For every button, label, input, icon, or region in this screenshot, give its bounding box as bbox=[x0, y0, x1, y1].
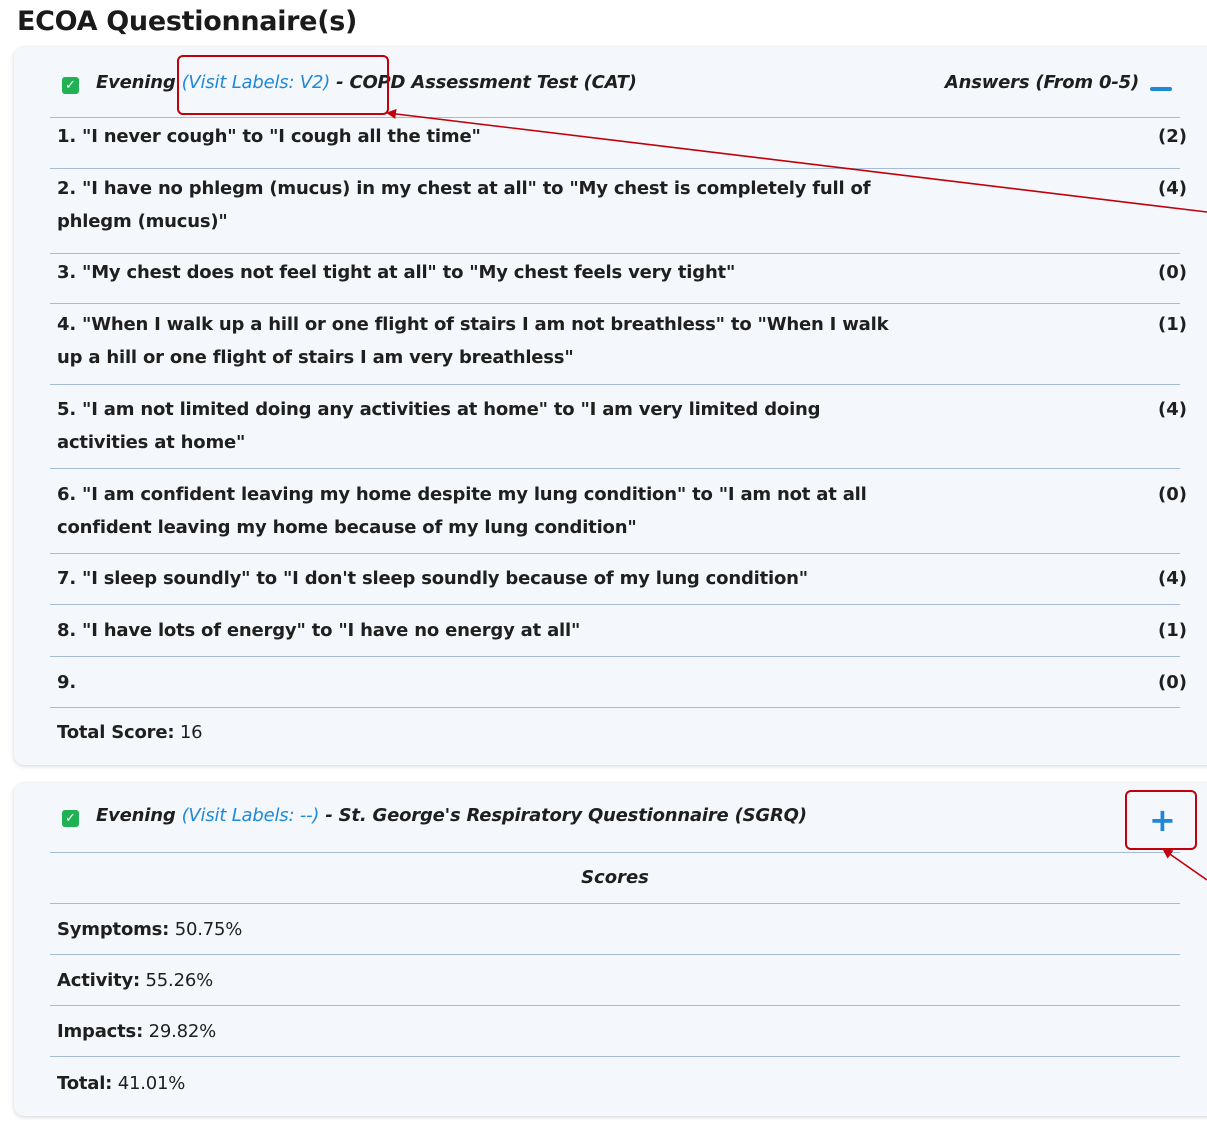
annotation-arrow bbox=[386, 108, 1207, 213]
annotation-arrow bbox=[1162, 848, 1207, 881]
annotation-arrows bbox=[386, 108, 1207, 881]
